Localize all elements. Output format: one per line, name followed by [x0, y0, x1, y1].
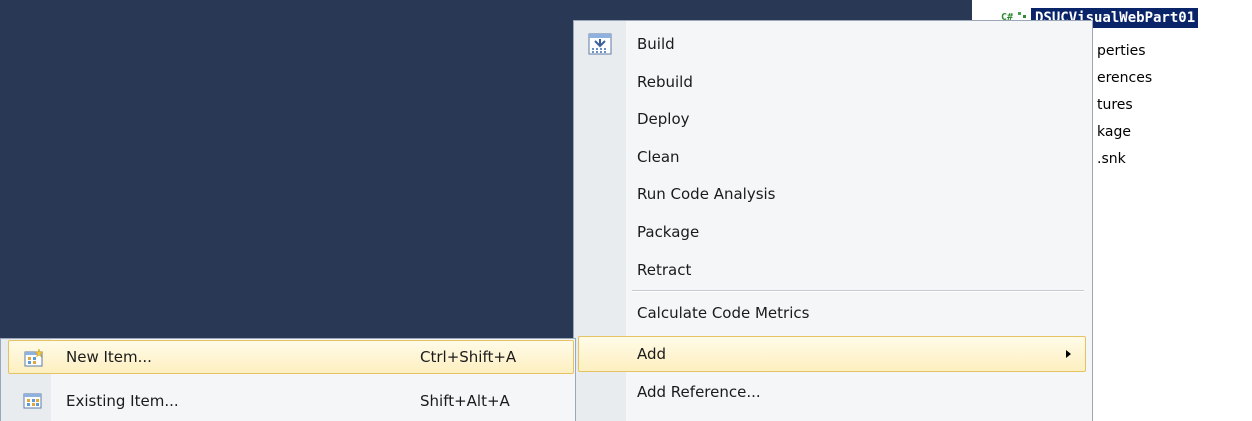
menu-item-label: Run Code Analysis	[637, 185, 776, 203]
menu-item-label: Add	[637, 345, 667, 363]
menu-item-label: Retract	[637, 261, 692, 279]
menu-item-add-reference[interactable]: Add Reference...	[578, 373, 1088, 411]
tree-item-snk-file[interactable]: .snk	[1097, 150, 1126, 168]
menu-item-run-code-analysis[interactable]: Run Code Analysis	[578, 175, 1088, 213]
menu-item-package[interactable]: Package	[578, 213, 1088, 251]
menu-separator-highlight	[632, 291, 1084, 292]
tree-item-features[interactable]: tures	[1097, 96, 1133, 114]
submenu-item-label: Existing Item...	[66, 392, 179, 410]
menu-item-retract[interactable]: Retract	[578, 251, 1088, 289]
menu-item-clean[interactable]: Clean	[578, 138, 1088, 176]
tree-item-properties[interactable]: perties	[1097, 42, 1146, 60]
new-item-icon	[24, 349, 44, 367]
tree-item-references[interactable]: erences	[1097, 69, 1152, 87]
submenu-item-label: New Item...	[66, 348, 152, 366]
menu-item-label: Rebuild	[637, 73, 693, 91]
menu-item-rebuild[interactable]: Rebuild	[578, 63, 1088, 101]
tree-item-package[interactable]: kage	[1097, 123, 1131, 141]
existing-item-icon	[23, 393, 42, 409]
submenu-item-new-item[interactable]: New Item... Ctrl+Shift+A	[8, 340, 574, 374]
menu-item-add[interactable]: Add	[578, 336, 1086, 372]
menu-item-label: Build	[637, 35, 675, 53]
submenu-item-shortcut: Shift+Alt+A	[420, 392, 510, 410]
menu-item-label: Add Reference...	[637, 383, 761, 401]
submenu-item-shortcut: Ctrl+Shift+A	[420, 348, 517, 366]
menu-item-label: Calculate Code Metrics	[637, 304, 810, 322]
submenu-arrow-icon	[1066, 350, 1071, 358]
submenu-item-existing-item[interactable]: Existing Item... Shift+Alt+A	[8, 384, 574, 418]
menu-item-deploy[interactable]: Deploy	[578, 100, 1088, 138]
menu-item-build[interactable]: Build	[578, 25, 1088, 63]
menu-item-label: Clean	[637, 148, 680, 166]
menu-item-label: Deploy	[637, 110, 690, 128]
menu-item-label: Package	[637, 223, 700, 241]
menu-item-calculate-code-metrics[interactable]: Calculate Code Metrics	[578, 294, 1088, 332]
